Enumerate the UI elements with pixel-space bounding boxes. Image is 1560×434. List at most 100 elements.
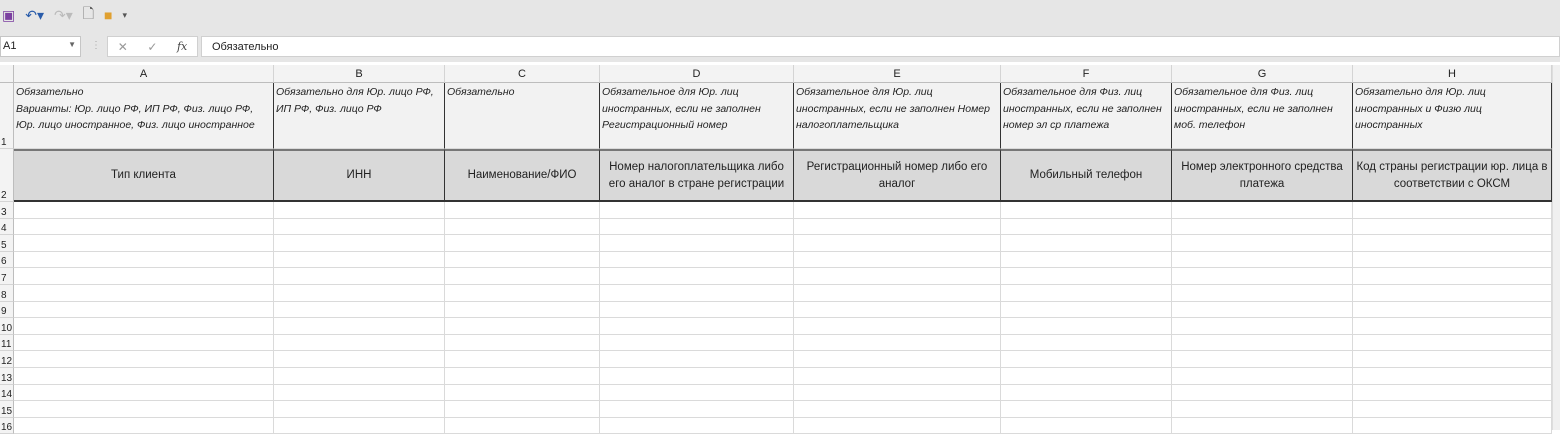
column-header-c[interactable]: C	[445, 65, 600, 83]
row-header-14[interactable]: 14	[0, 384, 14, 402]
cell-c2[interactable]: Наименование/ФИО	[445, 149, 600, 202]
row-header-11[interactable]: 11	[0, 334, 14, 352]
name-box[interactable]: A1 ▼	[0, 36, 81, 57]
cell-e1[interactable]: Обязательное для Юр. лиц иностранных, ес…	[794, 83, 1001, 149]
cell-b11[interactable]	[274, 334, 445, 352]
row-header-13[interactable]: 13	[0, 368, 14, 385]
cell-e12[interactable]	[794, 351, 1001, 368]
cell-g16[interactable]	[1172, 417, 1353, 434]
cell-h11[interactable]	[1353, 334, 1552, 352]
cell-g2[interactable]: Номер электронного средства платежа	[1172, 149, 1353, 202]
cell-e5[interactable]	[794, 235, 1001, 252]
cell-e13[interactable]	[794, 368, 1001, 385]
cell-a16[interactable]	[14, 417, 274, 434]
column-header-h[interactable]: H	[1353, 65, 1552, 83]
row-header-10[interactable]: 10	[0, 318, 14, 335]
cell-c9[interactable]	[445, 301, 600, 319]
cell-a4[interactable]	[14, 218, 274, 236]
cell-e6[interactable]	[794, 251, 1001, 269]
column-header-e[interactable]: E	[794, 65, 1001, 83]
cell-a1[interactable]: Обязательно Варианты: Юр. лицо РФ, ИП РФ…	[14, 83, 274, 149]
cell-c7[interactable]	[445, 268, 600, 285]
cell-c10[interactable]	[445, 318, 600, 335]
cell-f8[interactable]	[1001, 285, 1172, 302]
save-icon[interactable]: ▣	[2, 7, 15, 24]
new-file-icon[interactable]: 🗋	[83, 3, 94, 27]
cell-h9[interactable]	[1353, 301, 1552, 319]
cell-d14[interactable]	[600, 384, 794, 402]
row-header-7[interactable]: 7	[0, 268, 14, 285]
cell-b8[interactable]	[274, 285, 445, 302]
cell-f11[interactable]	[1001, 334, 1172, 352]
cell-d9[interactable]	[600, 301, 794, 319]
cell-d10[interactable]	[600, 318, 794, 335]
cell-e11[interactable]	[794, 334, 1001, 352]
row-header-3[interactable]: 3	[0, 202, 14, 219]
vertical-scrollbar[interactable]	[1552, 65, 1560, 430]
cell-f7[interactable]	[1001, 268, 1172, 285]
cell-f9[interactable]	[1001, 301, 1172, 319]
insert-function-icon[interactable]: fx	[177, 40, 187, 53]
cell-h3[interactable]	[1353, 202, 1552, 219]
row-header-8[interactable]: 8	[0, 285, 14, 302]
cell-d4[interactable]	[600, 218, 794, 236]
cell-d2[interactable]: Номер налогоплательщика либо его аналог …	[600, 149, 794, 202]
row-header-9[interactable]: 9	[0, 301, 14, 319]
cell-f10[interactable]	[1001, 318, 1172, 335]
cell-d6[interactable]	[600, 251, 794, 269]
cell-f13[interactable]	[1001, 368, 1172, 385]
cell-c14[interactable]	[445, 384, 600, 402]
cell-a13[interactable]	[14, 368, 274, 385]
undo-icon[interactable]: ↶▾	[25, 7, 44, 24]
cell-e7[interactable]	[794, 268, 1001, 285]
cell-a6[interactable]	[14, 251, 274, 269]
cell-b12[interactable]	[274, 351, 445, 368]
cell-g11[interactable]	[1172, 334, 1353, 352]
cell-b15[interactable]	[274, 401, 445, 418]
cell-h1[interactable]: Обязательно для Юр. лиц иностранных и Фи…	[1353, 83, 1552, 149]
cell-d8[interactable]	[600, 285, 794, 302]
redo-icon[interactable]: ↷▾	[54, 7, 73, 24]
cell-a8[interactable]	[14, 285, 274, 302]
cell-b4[interactable]	[274, 218, 445, 236]
cell-b2[interactable]: ИНН	[274, 149, 445, 202]
cell-b7[interactable]	[274, 268, 445, 285]
cell-f4[interactable]	[1001, 218, 1172, 236]
column-header-b[interactable]: B	[274, 65, 445, 83]
cell-f6[interactable]	[1001, 251, 1172, 269]
cell-b14[interactable]	[274, 384, 445, 402]
row-header-4[interactable]: 4	[0, 218, 14, 236]
cell-a11[interactable]	[14, 334, 274, 352]
cell-d1[interactable]: Обязательное для Юр. лиц иностранных, ес…	[600, 83, 794, 149]
cell-d7[interactable]	[600, 268, 794, 285]
row-header-6[interactable]: 6	[0, 251, 14, 269]
cell-a9[interactable]	[14, 301, 274, 319]
cell-e9[interactable]	[794, 301, 1001, 319]
cell-a15[interactable]	[14, 401, 274, 418]
cell-g9[interactable]	[1172, 301, 1353, 319]
cell-f1[interactable]: Обязательное для Физ. лиц иностранных, е…	[1001, 83, 1172, 149]
cell-c3[interactable]	[445, 202, 600, 219]
cell-e3[interactable]	[794, 202, 1001, 219]
cell-c13[interactable]	[445, 368, 600, 385]
cell-b1[interactable]: Обязательно для Юр. лицо РФ, ИП РФ, Физ.…	[274, 83, 445, 149]
cell-c15[interactable]	[445, 401, 600, 418]
enter-icon[interactable]: ✓	[147, 40, 157, 54]
cell-e2[interactable]: Регистрационный номер либо его аналог	[794, 149, 1001, 202]
row-header-16[interactable]: 16	[0, 417, 14, 434]
cell-b5[interactable]	[274, 235, 445, 252]
cell-a2[interactable]: Тип клиента	[14, 149, 274, 202]
cell-g14[interactable]	[1172, 384, 1353, 402]
cell-h16[interactable]	[1353, 417, 1552, 434]
cell-e10[interactable]	[794, 318, 1001, 335]
cell-g10[interactable]	[1172, 318, 1353, 335]
column-header-f[interactable]: F	[1001, 65, 1172, 83]
open-folder-icon[interactable]: ■	[104, 7, 112, 23]
cell-d11[interactable]	[600, 334, 794, 352]
cell-a14[interactable]	[14, 384, 274, 402]
cell-c5[interactable]	[445, 235, 600, 252]
cell-f3[interactable]	[1001, 202, 1172, 219]
column-header-a[interactable]: A	[14, 65, 274, 83]
cell-d13[interactable]	[600, 368, 794, 385]
customize-icon[interactable]: ▾	[123, 10, 128, 21]
